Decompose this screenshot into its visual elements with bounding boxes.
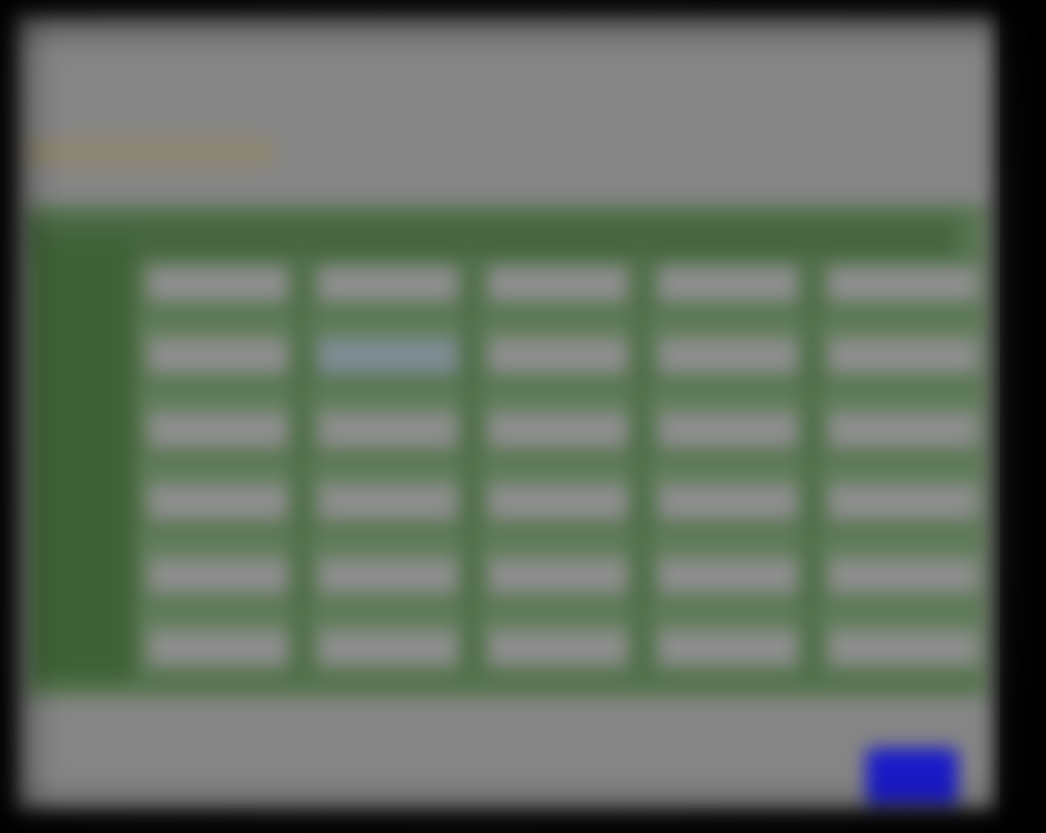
grid-cell[interactable] — [318, 412, 458, 448]
grid-cell[interactable] — [148, 630, 288, 666]
grid-cell[interactable] — [318, 338, 458, 374]
grid-cell[interactable] — [488, 412, 628, 448]
grid-cell[interactable] — [658, 266, 798, 302]
grid-cell[interactable] — [658, 412, 798, 448]
grid-cell[interactable] — [318, 558, 458, 594]
grid-cell[interactable] — [318, 630, 458, 666]
row-label — [40, 482, 130, 522]
row-label — [40, 264, 130, 304]
grid-cell[interactable] — [148, 266, 288, 302]
grid-cell[interactable] — [828, 338, 978, 374]
grid-column-separator — [802, 250, 820, 680]
row-label — [40, 628, 130, 668]
grid-cell[interactable] — [828, 412, 978, 448]
grid-cell[interactable] — [318, 484, 458, 520]
grid-cell[interactable] — [658, 630, 798, 666]
row-label — [40, 410, 130, 450]
grid-cell[interactable] — [148, 558, 288, 594]
grid-cell[interactable] — [148, 412, 288, 448]
grid-cell[interactable] — [828, 630, 978, 666]
grid-cell[interactable] — [658, 558, 798, 594]
grid-cell[interactable] — [318, 266, 458, 302]
screen-edge — [1000, 0, 1046, 833]
grid-cell[interactable] — [488, 630, 628, 666]
dialog-title — [24, 30, 36, 70]
row-label — [40, 336, 130, 376]
blurred-content — [0, 0, 1046, 833]
grid-cell[interactable] — [658, 484, 798, 520]
grid-column-separator — [462, 250, 480, 680]
row-label-column — [34, 240, 134, 680]
grid-cell[interactable] — [658, 338, 798, 374]
grid-cell[interactable] — [148, 338, 288, 374]
confirm-button[interactable] — [866, 748, 958, 806]
row-label — [40, 556, 130, 596]
grid-cell[interactable] — [148, 484, 288, 520]
grid-cell[interactable] — [488, 266, 628, 302]
grid-cell[interactable] — [488, 558, 628, 594]
grid-cell[interactable] — [828, 266, 978, 302]
grid-column-separator — [292, 250, 310, 680]
status-tag — [24, 138, 274, 166]
grid-cell[interactable] — [828, 484, 978, 520]
grid-column-separator — [632, 250, 650, 680]
grid-cell[interactable] — [828, 558, 978, 594]
grid-cell[interactable] — [488, 484, 628, 520]
grid-cell[interactable] — [488, 338, 628, 374]
